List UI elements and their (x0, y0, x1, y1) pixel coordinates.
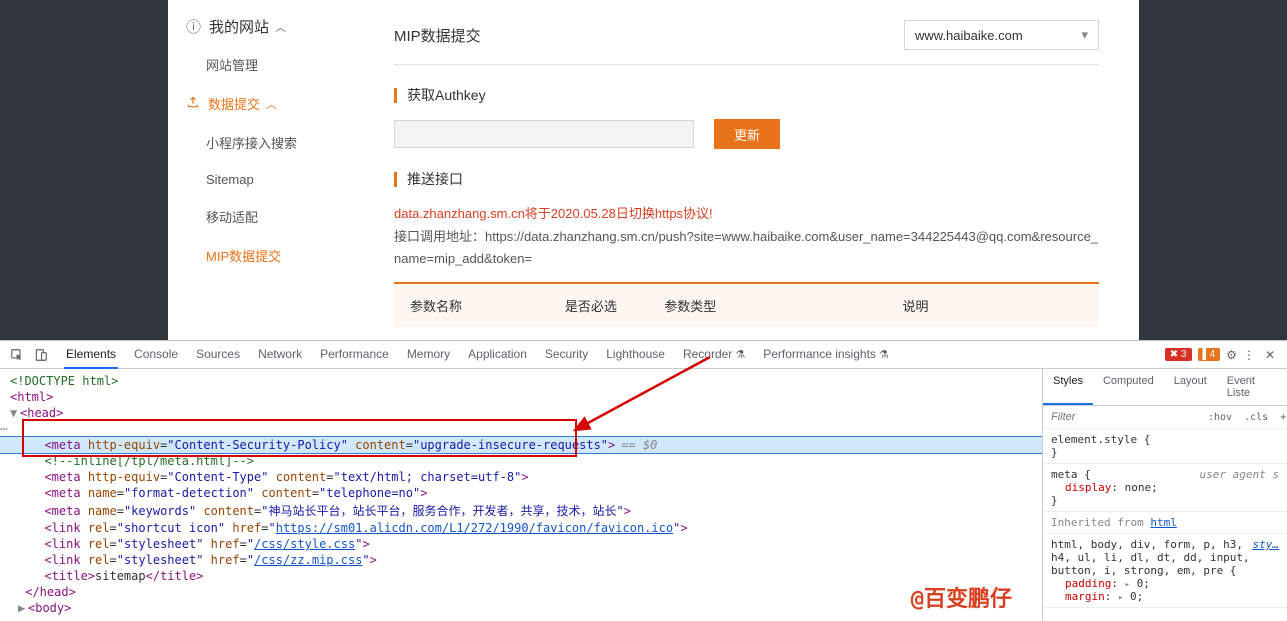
gear-icon[interactable]: ⚙ (1226, 348, 1237, 362)
styles-tab-event[interactable]: Event Liste (1217, 369, 1287, 405)
dom-html-open[interactable]: <html> (0, 389, 1042, 405)
tab-perf-insights[interactable]: Performance insights⚗ (761, 341, 891, 369)
info-icon: ⓘ (186, 16, 201, 37)
device-icon[interactable] (32, 346, 50, 364)
tab-lighthouse[interactable]: Lighthouse (604, 341, 667, 369)
tab-network[interactable]: Network (256, 341, 304, 369)
upload-icon (186, 95, 200, 112)
warn-badge[interactable]: ▌4 (1198, 348, 1221, 361)
devtools-toolbar: Elements Console Sources Network Perform… (0, 341, 1287, 369)
dom-head-close[interactable]: </head> (0, 584, 1042, 600)
error-badge[interactable]: ✖ 3 (1165, 348, 1192, 361)
elements-panel[interactable]: <!DOCTYPE html> <html> ▼<head> ⋯ <meta h… (0, 369, 1042, 621)
content-header: MIP数据提交 www.haibaike.com ▾ (394, 20, 1099, 65)
site-selector[interactable]: www.haibaike.com ▾ (904, 20, 1099, 50)
sidebar-item-mobile-adapt[interactable]: 移动适配 (168, 197, 354, 236)
th-param-name: 参数名称 (396, 286, 549, 325)
sidebar-item-site-manage[interactable]: 网站管理 (168, 45, 354, 84)
dom-meta-fd[interactable]: <meta name="format-detection" content="t… (0, 485, 1042, 501)
sidebar-item-sitemap[interactable]: Sitemap (168, 162, 354, 197)
app-root: ⓘ 我的网站 ︿ 网站管理 数据提交 ︿ 小程序接入搜索 Sitemap 移动适… (0, 0, 1287, 621)
dom-doctype[interactable]: <!DOCTYPE html> (0, 373, 1042, 389)
hov-button[interactable]: :hov (1202, 408, 1238, 427)
dom-meta-kw[interactable]: <meta name="keywords" content="神马站长平台，站长… (0, 501, 1042, 520)
cls-button[interactable]: .cls (1238, 408, 1274, 427)
th-required: 是否必选 (551, 286, 648, 325)
tab-memory[interactable]: Memory (405, 341, 452, 369)
warning-text: data.zhanzhang.sm.cn将于2020.05.28日切换https… (394, 203, 1099, 222)
dom-link-icon[interactable]: <link rel="shortcut icon" href="https://… (0, 520, 1042, 536)
devtools-body: <!DOCTYPE html> <html> ▼<head> ⋯ <meta h… (0, 369, 1287, 621)
update-button[interactable]: 更新 (714, 119, 780, 149)
watermark-label: @百变鹏仔 (911, 581, 1012, 613)
styles-filter-input[interactable] (1043, 406, 1202, 428)
dom-link-css2[interactable]: <link rel="stylesheet" href="/css/zz.mip… (0, 552, 1042, 568)
styles-panel: Styles Computed Layout Event Liste :hov … (1042, 369, 1287, 621)
orange-bar-icon (394, 172, 397, 187)
authkey-section: 获取Authkey 更新 (394, 85, 1099, 149)
content-wrap: MIP数据提交 www.haibaike.com ▾ 获取Authkey 更新 (354, 0, 1157, 340)
sidebar-item-miniprogram[interactable]: 小程序接入搜索 (168, 123, 354, 162)
tab-performance[interactable]: Performance (318, 341, 391, 369)
push-title: 推送接口 (394, 169, 1099, 189)
params-table: 参数名称 是否必选 参数类型 说明 (394, 282, 1099, 327)
api-url-text: 接口调用地址：https://data.zhanzhang.sm.cn/push… (394, 226, 1099, 270)
add-rule-icon[interactable]: + (1274, 408, 1287, 427)
authkey-input[interactable] (394, 120, 694, 148)
tab-security[interactable]: Security (543, 341, 590, 369)
sidebar-item-data-submit[interactable]: 数据提交 ︿ (168, 84, 354, 123)
sidebar-header[interactable]: ⓘ 我的网站 ︿ (168, 8, 354, 45)
dom-head-open[interactable]: ▼<head> (0, 405, 1042, 421)
kebab-icon[interactable]: ⋮ (1243, 348, 1255, 362)
tab-console[interactable]: Console (132, 341, 180, 369)
chevron-down-icon: ▾ (1081, 27, 1088, 43)
left-gutter (0, 0, 168, 340)
content: MIP数据提交 www.haibaike.com ▾ 获取Authkey 更新 (354, 0, 1139, 340)
rule-meta[interactable]: user agent s meta { display: none; } (1043, 464, 1287, 512)
tab-application[interactable]: Application (466, 341, 529, 369)
dom-selected-meta[interactable]: <meta http-equiv="Content-Security-Polic… (0, 437, 1042, 453)
dom-meta-ct[interactable]: <meta http-equiv="Content-Type" content=… (0, 469, 1042, 485)
devtools-tabs: Elements Console Sources Network Perform… (64, 341, 891, 369)
flask-icon: ⚗ (879, 349, 889, 361)
rule-element-style[interactable]: element.style { } (1043, 429, 1287, 464)
th-description: 说明 (888, 286, 1097, 325)
page-area: ⓘ 我的网站 ︿ 网站管理 数据提交 ︿ 小程序接入搜索 Sitemap 移动适… (0, 0, 1287, 340)
tab-recorder[interactable]: Recorder⚗ (681, 341, 747, 369)
inspect-icon[interactable] (8, 346, 26, 364)
th-param-type: 参数类型 (650, 286, 886, 325)
dom-line-dots[interactable]: ⋯ (0, 421, 1042, 437)
close-icon[interactable]: ✕ (1261, 348, 1279, 362)
page-title: MIP数据提交 (394, 25, 481, 46)
sidebar-item-mip-submit[interactable]: MIP数据提交 (168, 236, 354, 275)
site-selected-value: www.haibaike.com (915, 28, 1023, 43)
devtools: Elements Console Sources Network Perform… (0, 340, 1287, 621)
dom-link-css1[interactable]: <link rel="stylesheet" href="/css/style.… (0, 536, 1042, 552)
dom-title[interactable]: <title>sitemap</title> (0, 568, 1042, 584)
dom-body-open[interactable]: ▶<body> (0, 600, 1042, 616)
authkey-title: 获取Authkey (394, 85, 1099, 105)
push-section: 推送接口 data.zhanzhang.sm.cn将于2020.05.28日切换… (394, 169, 1099, 327)
inherited-label: Inherited from html (1043, 512, 1287, 534)
flask-icon: ⚗ (735, 349, 745, 361)
right-gutter (1157, 0, 1287, 340)
styles-tab-layout[interactable]: Layout (1164, 369, 1217, 405)
dom-comment[interactable]: <!--inline[/tpl/meta.html]--> (0, 453, 1042, 469)
styles-filter-row: :hov .cls + (1043, 406, 1287, 429)
sidebar: ⓘ 我的网站 ︿ 网站管理 数据提交 ︿ 小程序接入搜索 Sitemap 移动适… (168, 0, 354, 340)
chevron-up-icon: ︿ (266, 96, 277, 112)
styles-tab-styles[interactable]: Styles (1043, 369, 1093, 405)
rule-html[interactable]: sty… html, body, div, form, p, h3, h4, u… (1043, 534, 1287, 608)
styles-tab-computed[interactable]: Computed (1093, 369, 1164, 405)
sidebar-header-label: 我的网站 (209, 16, 269, 37)
tab-sources[interactable]: Sources (194, 341, 242, 369)
tab-elements[interactable]: Elements (64, 341, 118, 369)
chevron-up-icon: ︿ (275, 19, 286, 35)
styles-tabs: Styles Computed Layout Event Liste (1043, 369, 1287, 406)
orange-bar-icon (394, 88, 397, 103)
